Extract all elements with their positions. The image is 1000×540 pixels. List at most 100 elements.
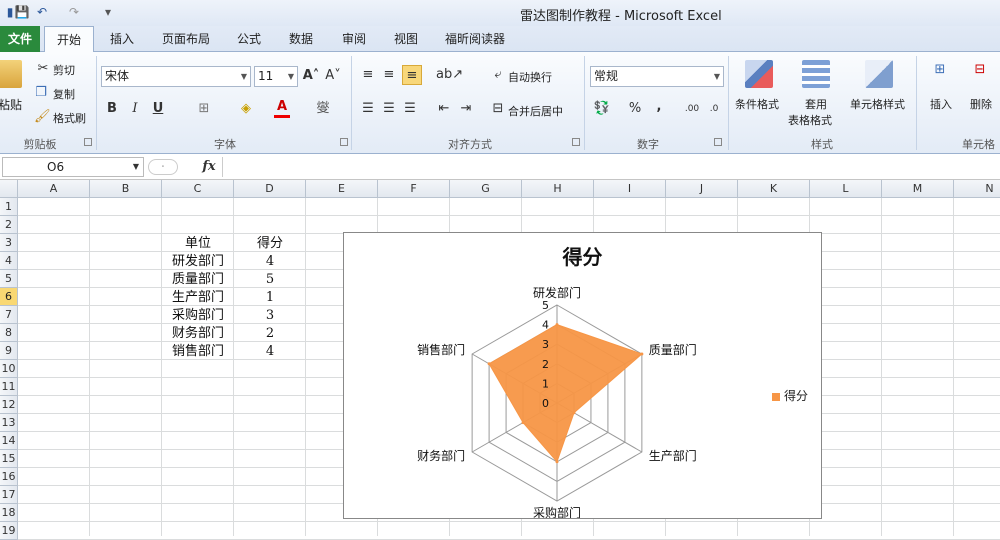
- formula-bar-expand-icon[interactable]: ·: [148, 159, 178, 175]
- row-header-17[interactable]: 17: [0, 486, 18, 504]
- column-header-g[interactable]: G: [450, 180, 522, 198]
- row-header-19[interactable]: 19: [0, 522, 18, 540]
- italic-button[interactable]: I: [128, 101, 142, 117]
- unit-cell[interactable]: 研发部门: [162, 253, 234, 271]
- save-icon[interactable]: 💾: [14, 4, 30, 20]
- column-header-c[interactable]: C: [162, 180, 234, 198]
- tab-review[interactable]: 审阅: [333, 26, 375, 52]
- align-center-icon[interactable]: ☰: [381, 101, 397, 117]
- grow-font-icon[interactable]: A˄: [302, 68, 320, 84]
- tab-page-layout[interactable]: 页面布局: [152, 26, 220, 52]
- wrap-text-button[interactable]: 自动换行: [508, 69, 552, 85]
- currency-icon[interactable]: 💱: [592, 101, 612, 117]
- tab-file[interactable]: 文件: [0, 26, 40, 52]
- format-as-table-label-1[interactable]: 套用: [805, 96, 827, 112]
- font-color-icon[interactable]: A: [274, 99, 290, 118]
- column-header-h[interactable]: H: [522, 180, 594, 198]
- tab-formulas[interactable]: 公式: [228, 26, 270, 52]
- unit-cell[interactable]: 生产部门: [162, 289, 234, 307]
- score-cell[interactable]: 4: [234, 343, 306, 361]
- row-header-8[interactable]: 8: [0, 324, 18, 342]
- increase-decimal-icon[interactable]: .00: [682, 101, 702, 117]
- align-bottom-icon[interactable]: ≡: [402, 65, 422, 85]
- score-cell[interactable]: 5: [234, 271, 306, 289]
- row-header-2[interactable]: 2: [0, 216, 18, 234]
- column-header-f[interactable]: F: [378, 180, 450, 198]
- row-header-7[interactable]: 7: [0, 306, 18, 324]
- row-header-3[interactable]: 3: [0, 234, 18, 252]
- insert-function-button[interactable]: fx: [200, 159, 218, 175]
- score-cell[interactable]: 4: [234, 253, 306, 271]
- percent-button[interactable]: %: [628, 101, 642, 117]
- decrease-indent-icon[interactable]: ⇤: [436, 101, 452, 117]
- format-as-table-label-2[interactable]: 表格格式: [788, 112, 832, 128]
- unit-cell[interactable]: 财务部门: [162, 325, 234, 343]
- copy-button[interactable]: 复制: [53, 86, 75, 102]
- formula-input[interactable]: [222, 157, 998, 177]
- column-header-i[interactable]: I: [594, 180, 666, 198]
- row-header-18[interactable]: 18: [0, 504, 18, 522]
- row-header-10[interactable]: 10: [0, 360, 18, 378]
- header-score-cell[interactable]: 得分: [234, 235, 306, 253]
- chevron-down-icon[interactable]: ▼: [130, 159, 142, 175]
- cut-button[interactable]: 剪切: [53, 62, 75, 78]
- column-header-j[interactable]: J: [666, 180, 738, 198]
- merge-center-button[interactable]: 合并后居中: [508, 103, 563, 119]
- align-top-icon[interactable]: ≡: [360, 67, 376, 83]
- comma-button[interactable]: ,: [652, 99, 666, 115]
- underline-button[interactable]: U: [151, 101, 165, 117]
- column-header-e[interactable]: E: [306, 180, 378, 198]
- row-header-15[interactable]: 15: [0, 450, 18, 468]
- tab-insert[interactable]: 插入: [100, 26, 144, 52]
- undo-icon[interactable]: ↶: [34, 4, 50, 20]
- radar-data-point[interactable]: [487, 362, 491, 366]
- radar-data-point[interactable]: [572, 411, 576, 415]
- column-header-m[interactable]: M: [882, 180, 954, 198]
- tab-data[interactable]: 数据: [280, 26, 322, 52]
- column-header-k[interactable]: K: [738, 180, 810, 198]
- score-cell[interactable]: 3: [234, 307, 306, 325]
- row-header-12[interactable]: 12: [0, 396, 18, 414]
- alignment-launcher-icon[interactable]: [572, 138, 580, 146]
- column-header-d[interactable]: D: [234, 180, 306, 198]
- header-unit-cell[interactable]: 单位: [162, 235, 234, 253]
- orientation-icon[interactable]: ab↗: [436, 67, 463, 83]
- tab-view[interactable]: 视图: [385, 26, 427, 52]
- row-header-1[interactable]: 1: [0, 198, 18, 216]
- tab-home[interactable]: 开始: [44, 26, 94, 53]
- align-left-icon[interactable]: ☰: [360, 101, 376, 117]
- unit-cell[interactable]: 采购部门: [162, 307, 234, 325]
- format-painter-button[interactable]: 格式刷: [53, 110, 86, 126]
- name-box[interactable]: O6: [2, 157, 144, 177]
- row-header-11[interactable]: 11: [0, 378, 18, 396]
- row-header-14[interactable]: 14: [0, 432, 18, 450]
- paste-icon[interactable]: [0, 60, 22, 88]
- row-header-5[interactable]: 5: [0, 270, 18, 288]
- score-cell[interactable]: 1: [234, 289, 306, 307]
- customize-toolbar-icon[interactable]: ▾: [100, 4, 116, 20]
- column-header-n[interactable]: N: [954, 180, 1000, 198]
- score-cell[interactable]: 2: [234, 325, 306, 343]
- conditional-format-button[interactable]: 条件格式: [735, 96, 779, 112]
- cell-styles-button[interactable]: 单元格样式: [850, 96, 905, 112]
- row-header-6[interactable]: 6: [0, 288, 18, 306]
- radar-series-area[interactable]: [488, 324, 643, 463]
- select-all-corner[interactable]: [0, 180, 18, 198]
- align-right-icon[interactable]: ☰: [402, 101, 418, 117]
- column-header-b[interactable]: B: [90, 180, 162, 198]
- number-format-box[interactable]: 常规 ▼: [590, 66, 724, 87]
- radar-chart[interactable]: 得分 0 1 2 3 4 5 研发部门 质量部门 生产部门 采购部门 财务部门 销售部门 得分: [343, 232, 822, 519]
- align-middle-icon[interactable]: ≡: [381, 67, 397, 83]
- column-header-a[interactable]: A: [18, 180, 90, 198]
- redo-icon[interactable]: ↷: [66, 4, 82, 20]
- radar-data-point[interactable]: [521, 421, 525, 425]
- paste-button[interactable]: 粘贴: [0, 96, 22, 113]
- phonetic-icon[interactable]: 燮: [314, 101, 332, 117]
- bold-button[interactable]: B: [105, 101, 119, 117]
- unit-cell[interactable]: 质量部门: [162, 271, 234, 289]
- shrink-font-icon[interactable]: A˅: [324, 68, 342, 84]
- unit-cell[interactable]: 销售部门: [162, 343, 234, 361]
- decrease-decimal-icon[interactable]: .0: [704, 101, 724, 117]
- radar-data-point[interactable]: [555, 323, 559, 327]
- tab-foxit-reader[interactable]: 福昕阅读器: [436, 26, 514, 52]
